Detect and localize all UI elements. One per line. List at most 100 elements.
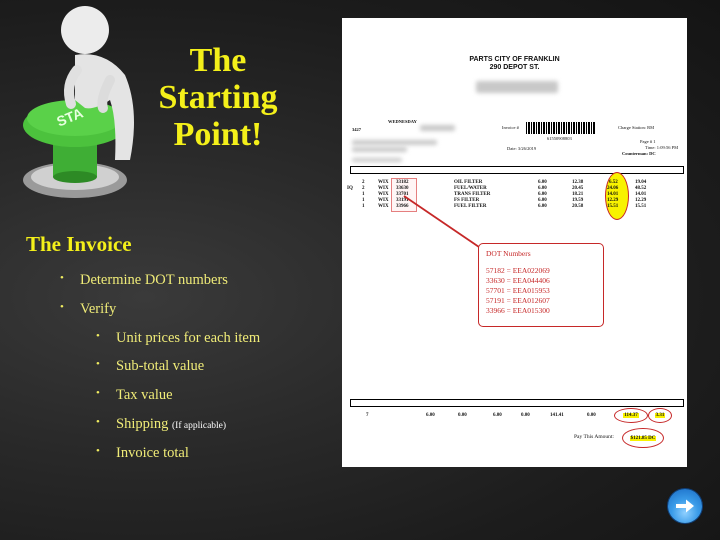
invoice-number-label: Invoice # [502,125,519,130]
item-price: 24.06 [607,186,619,191]
start-button-illustration: STA [23,6,134,198]
item-ext: 14.01 [635,192,647,197]
invoice-date: Date: 3/26/2019 [507,146,537,151]
item-qty: 2 [362,186,365,191]
item-desc: FUEL/WATER [454,186,487,191]
invoice-total-value: $121.85 DC [629,435,657,441]
invoice-image: PARTS CITY OF FRANKLIN 290 DEPOT ST. WED… [342,18,687,467]
line-item-row: 1 WIX 33966 FUEL FILTER 6.00 20.58 15.51… [342,204,687,210]
total-qty: 7 [366,413,369,418]
pay-label: Pay This Amount: [574,434,614,440]
bullet-item: • Shipping (If applicable) [96,416,227,433]
item-desc: FS FILTER [454,198,480,203]
item-list: 19.59 [572,198,584,203]
bullet-text: Tax value [116,387,173,403]
item-price: 6.52 [609,180,618,185]
item-flag: IQ [347,186,353,191]
tax-highlight: 3.31 [648,408,672,423]
item-price: 12.29 [607,198,619,203]
tax-value: 3.31 [654,413,666,418]
totals-header [350,399,684,407]
dot-number-row: 57701 = EEA015953 [486,286,550,295]
item-price: 14.01 [607,192,619,197]
item-qty: 1 [362,198,365,203]
item-a: 6.00 [538,204,547,209]
headline-line: Point! [173,116,263,153]
item-desc: OIL FILTER [454,180,483,185]
dot-number-row: 33966 = EEA015300 [486,306,550,315]
redacted-block [352,140,437,145]
item-list: 18.21 [572,192,584,197]
invoice-store: PARTS CITY OF FRANKLIN 290 DEPOT ST. [342,56,687,72]
page-number: Page # 1 [640,139,656,144]
redacted-block [352,147,407,152]
bullet-icon: • [96,416,100,428]
item-ext: 12.29 [635,198,647,203]
bullet-icon: • [96,330,100,342]
invoice-left-code: 3427 [352,127,361,132]
bullet-item: • Sub-total value [96,358,204,375]
item-line: WIX [378,204,389,209]
item-ext: 48.52 [635,186,647,191]
bullet-icon: • [96,445,100,457]
bullet-icon: • [96,387,100,399]
bullet-item: • Unit prices for each item [96,330,260,347]
item-part: 33182 [396,180,409,185]
bullet-icon: • [60,272,64,284]
item-line: WIX [378,186,389,191]
item-qty: 1 [362,192,365,197]
total-list: 141.41 [550,413,564,418]
barcode [526,122,596,134]
item-ext: 19.04 [635,180,647,185]
total-value: 0.00 [458,413,467,418]
subtotal-value: 114.37 [623,413,639,418]
item-a: 6.00 [538,180,547,185]
redacted-block [476,81,558,93]
subtotal-highlight: 114.37 [614,408,648,423]
total-value: 6.00 [426,413,435,418]
item-a: 6.00 [538,198,547,203]
item-line: WIX [378,180,389,185]
item-a: 6.00 [538,186,547,191]
bullet-note: (If applicable) [172,421,227,431]
charge-station: Charge Station: RM [618,125,655,130]
bullet-icon: • [60,301,64,313]
total-value: 0.00 [521,413,530,418]
bullet-text: Invoice total [116,445,189,461]
bullet-item: • Invoice total [96,445,189,462]
headline: The Starting Point! [148,42,288,153]
item-line: WIX [378,192,389,197]
next-slide-button[interactable] [668,489,702,523]
store-address: 290 DEPOT ST. [489,64,540,71]
invoice-day: WEDNESDAY [388,119,417,124]
item-line: WIX [378,198,389,203]
bullet-item: • Tax value [96,387,173,404]
invoice-total-highlight: $121.85 DC [622,428,664,448]
arrow-right-icon [676,499,694,513]
item-desc: TRANS FILTER [454,192,491,197]
bullet-item: • Verify [60,301,117,318]
item-list: 12.38 [572,180,584,185]
bullet-text: Shipping [116,416,169,432]
dot-number-row: 33630 = EEA044406 [486,276,550,285]
counterman: Counterman: DC [622,151,656,156]
headline-line: The [189,42,247,79]
item-a: 6.00 [538,192,547,197]
invoice-number: 61550908803 [547,136,572,141]
item-part: 33191 [396,198,409,203]
item-desc: FUEL FILTER [454,204,487,209]
slide: STA The Starting Point! The Invoice • Det… [0,0,720,540]
dot-number-row: 57191 = EEA012607 [486,296,550,305]
headline-line: Starting [158,79,278,116]
bullet-text: Verify [80,301,117,317]
dot-numbers-callout: DOT Numbers 57182 = EEA022069 33630 = EE… [478,243,604,327]
section-title: The Invoice [26,232,132,256]
redacted-block [420,125,455,131]
line-items-header [350,166,684,174]
item-qty: 1 [362,204,365,209]
total-value: 0.00 [587,413,596,418]
item-price: 15.51 [607,204,619,209]
item-part: 33701 [396,192,409,197]
bullet-icon: • [96,358,100,370]
bullet-text: Determine DOT numbers [80,272,228,288]
